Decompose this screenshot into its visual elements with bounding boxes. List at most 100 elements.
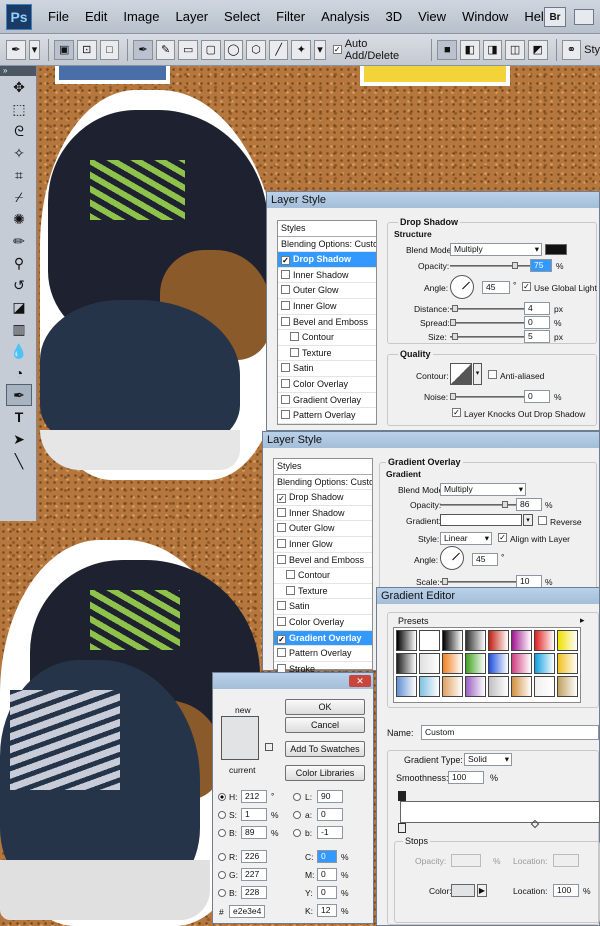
magenta-field[interactable]: 0 [317,868,337,881]
style-item-outer-glow[interactable]: Outer Glow [278,283,376,299]
style-checkbox[interactable] [281,410,290,420]
saturation-radio[interactable] [218,811,226,819]
style-checkbox[interactable] [277,648,286,658]
menu-item-window[interactable]: Window [454,9,516,24]
smoothness-field[interactable]: 100 [448,771,484,784]
exclude-shape-icon[interactable]: ◩ [527,39,548,60]
rectangle-icon[interactable]: ▭ [178,39,199,60]
add-shape-area-icon[interactable]: ◧ [460,39,480,60]
style-checkbox[interactable] [281,269,290,279]
bridge-button[interactable]: Br [544,7,566,27]
lightness-field[interactable]: 90 [317,790,343,803]
style-item-styles[interactable]: Styles [278,221,376,237]
stop-color-location-field[interactable]: 100 [553,884,579,897]
gradient-preset-swatch[interactable] [465,653,486,674]
gradient-preset-swatch[interactable] [534,653,555,674]
intersect-shape-icon[interactable]: ◫ [505,39,525,60]
gradient-preset-swatch[interactable] [557,630,578,651]
gradient-name-field[interactable]: Custom [421,725,599,740]
menu-item-select[interactable]: Select [216,9,268,24]
style-item-bevel-and-emboss[interactable]: Bevel and Emboss [274,553,372,569]
paths-icon[interactable]: ⊡ [76,39,97,60]
black-field[interactable]: 12 [317,904,337,917]
anti-aliased-checkbox[interactable] [488,370,497,379]
size-field[interactable]: 5 [524,330,550,343]
close-icon[interactable]: ✕ [349,675,371,687]
use-global-light-checkbox[interactable]: ✓ [522,282,531,291]
style-item-blending-options-custom[interactable]: Blending Options: Custom [278,237,376,253]
gradient-dropdown-icon[interactable]: ▾ [523,514,533,526]
lightness-radio[interactable] [293,793,301,801]
path-selection-icon[interactable]: ➤ [6,428,32,450]
style-checkbox[interactable] [277,601,286,611]
gradient-preset-swatch[interactable] [396,630,417,651]
a-field[interactable]: 0 [317,808,343,821]
shadow-color-swatch[interactable] [545,244,567,255]
opacity-stop-icon[interactable] [398,791,406,801]
menu-item-image[interactable]: Image [115,9,167,24]
style-checkbox[interactable]: ✓ [277,634,286,644]
gradient-preset-swatch[interactable] [557,676,578,697]
style-checkbox[interactable] [277,554,286,564]
style-checkbox[interactable] [277,507,286,517]
stop-color-swatch[interactable] [451,884,475,897]
style-item-satin[interactable]: Satin [278,361,376,377]
menu-item-layer[interactable]: Layer [168,9,217,24]
size-slider[interactable] [450,333,525,340]
style-checkbox[interactable] [281,300,290,310]
dodge-tool-icon[interactable]: ◔ [6,362,32,384]
scale-slider-knob[interactable] [442,578,448,585]
style-checkbox[interactable] [277,538,286,548]
b-lab-field[interactable]: -1 [317,826,343,839]
style-item-contour[interactable]: Contour [274,568,372,584]
blur-tool-icon[interactable]: 💧 [6,340,32,362]
pen-tool-icon[interactable]: ✒ [6,384,32,406]
style-item-satin[interactable]: Satin [274,599,372,615]
history-brush-icon[interactable]: ↺ [6,274,32,296]
contour-dropdown-icon[interactable]: ▾ [473,363,482,385]
style-checkbox[interactable] [281,285,290,295]
stop-color-arrow-icon[interactable]: ▶ [477,884,487,897]
gradient-type-select[interactable]: Solid [464,753,512,766]
style-item-gradient-overlay[interactable]: Gradient Overlay [278,393,376,409]
gradient-tool-icon[interactable]: ▥ [6,318,32,340]
gradient-preset-swatch[interactable] [511,676,532,697]
style-item-pattern-overlay[interactable]: Pattern Overlay [274,646,372,662]
style-checkbox[interactable] [281,378,290,388]
crop-tool-icon[interactable]: ⌗ [6,164,32,186]
style-item-inner-shadow[interactable]: Inner Shadow [274,506,372,522]
gradient-preset-swatch[interactable] [442,653,463,674]
style-checkbox[interactable] [286,585,295,595]
preset-dropdown-icon[interactable]: ▾ [28,39,41,60]
style-item-styles[interactable]: Styles [274,459,372,475]
gradient-preset-swatch[interactable] [488,676,509,697]
style-checkbox[interactable] [277,523,286,533]
a-radio[interactable] [293,811,301,819]
green-radio[interactable] [218,871,226,879]
menu-item-view[interactable]: View [410,9,454,24]
spread-slider-knob[interactable] [450,319,456,326]
style-item-bevel-and-emboss[interactable]: Bevel and Emboss [278,315,376,331]
opacity-field[interactable]: 75 [530,259,552,272]
angle-dial[interactable] [450,275,474,299]
gradient-preset-swatch[interactable] [419,630,440,651]
rounded-rectangle-icon[interactable]: ▢ [201,39,221,60]
style-item-color-overlay[interactable]: Color Overlay [278,377,376,393]
hex-field[interactable]: e2e3e4 [229,905,265,918]
gradient-preset-swatch[interactable] [534,676,555,697]
menu-item-filter[interactable]: Filter [268,9,313,24]
ok-button[interactable]: OK [285,699,365,715]
gradient-preset-swatch[interactable] [511,653,532,674]
type-tool-icon[interactable]: T [6,406,32,428]
style-checkbox[interactable]: ✓ [281,256,290,266]
noise-field[interactable]: 0 [524,390,550,403]
size-slider-knob[interactable] [452,333,458,340]
ellipse-icon[interactable]: ◯ [223,39,244,60]
clone-stamp-icon[interactable]: ⚲ [6,252,32,274]
dialog-title[interactable]: Layer Style [263,432,599,448]
angle-field[interactable]: 45 [482,281,510,294]
angle-field[interactable]: 45 [472,553,498,566]
style-checkbox[interactable] [290,332,299,342]
gradient-preset-swatch[interactable] [488,630,509,651]
brightness-field[interactable]: 89 [241,826,267,839]
